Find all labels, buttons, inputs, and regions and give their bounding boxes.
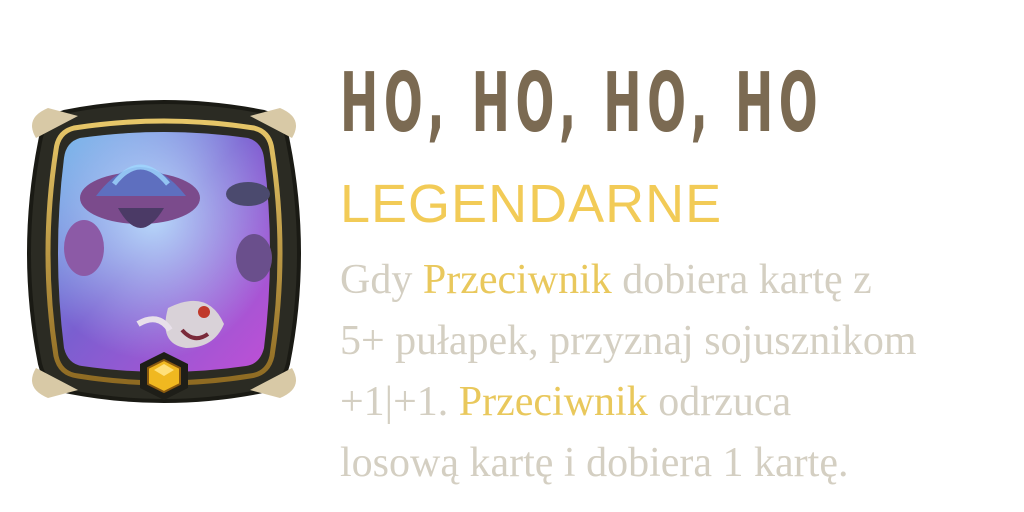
description-text: +1|+1. — [340, 379, 459, 425]
keyword-opponent: Przeciwnik — [422, 257, 612, 303]
augment-title: HO, HO, HO, HO — [340, 56, 824, 151]
description-line-3: +1|+1. Przeciwnik odrzuca — [340, 372, 1020, 433]
augment-description: Gdy Przeciwnik dobiera kartę z 5+ pułape… — [340, 250, 1020, 494]
description-line-2: 5+ pułapek, przyznaj sojusznikom — [340, 311, 1020, 372]
augment-card: HO, HO, HO, HO LEGENDARNE Gdy Przeciwnik… — [0, 0, 1024, 512]
description-text: dobiera kartę z — [611, 257, 872, 303]
description-line-1: Gdy Przeciwnik dobiera kartę z — [340, 250, 1020, 311]
description-text: odrzuca — [647, 379, 792, 425]
rarity-label: LEGENDARNE — [340, 174, 723, 234]
legendary-augment-emblem-icon — [18, 98, 310, 408]
description-text: 5+ pułapek, przyznaj sojusznikom — [340, 318, 917, 364]
description-text: Gdy — [340, 257, 423, 303]
description-line-4: losową kartę i dobiera 1 kartę. — [340, 433, 1020, 494]
description-text: losową kartę i dobiera 1 kartę. — [340, 440, 849, 486]
keyword-opponent: Przeciwnik — [458, 379, 648, 425]
